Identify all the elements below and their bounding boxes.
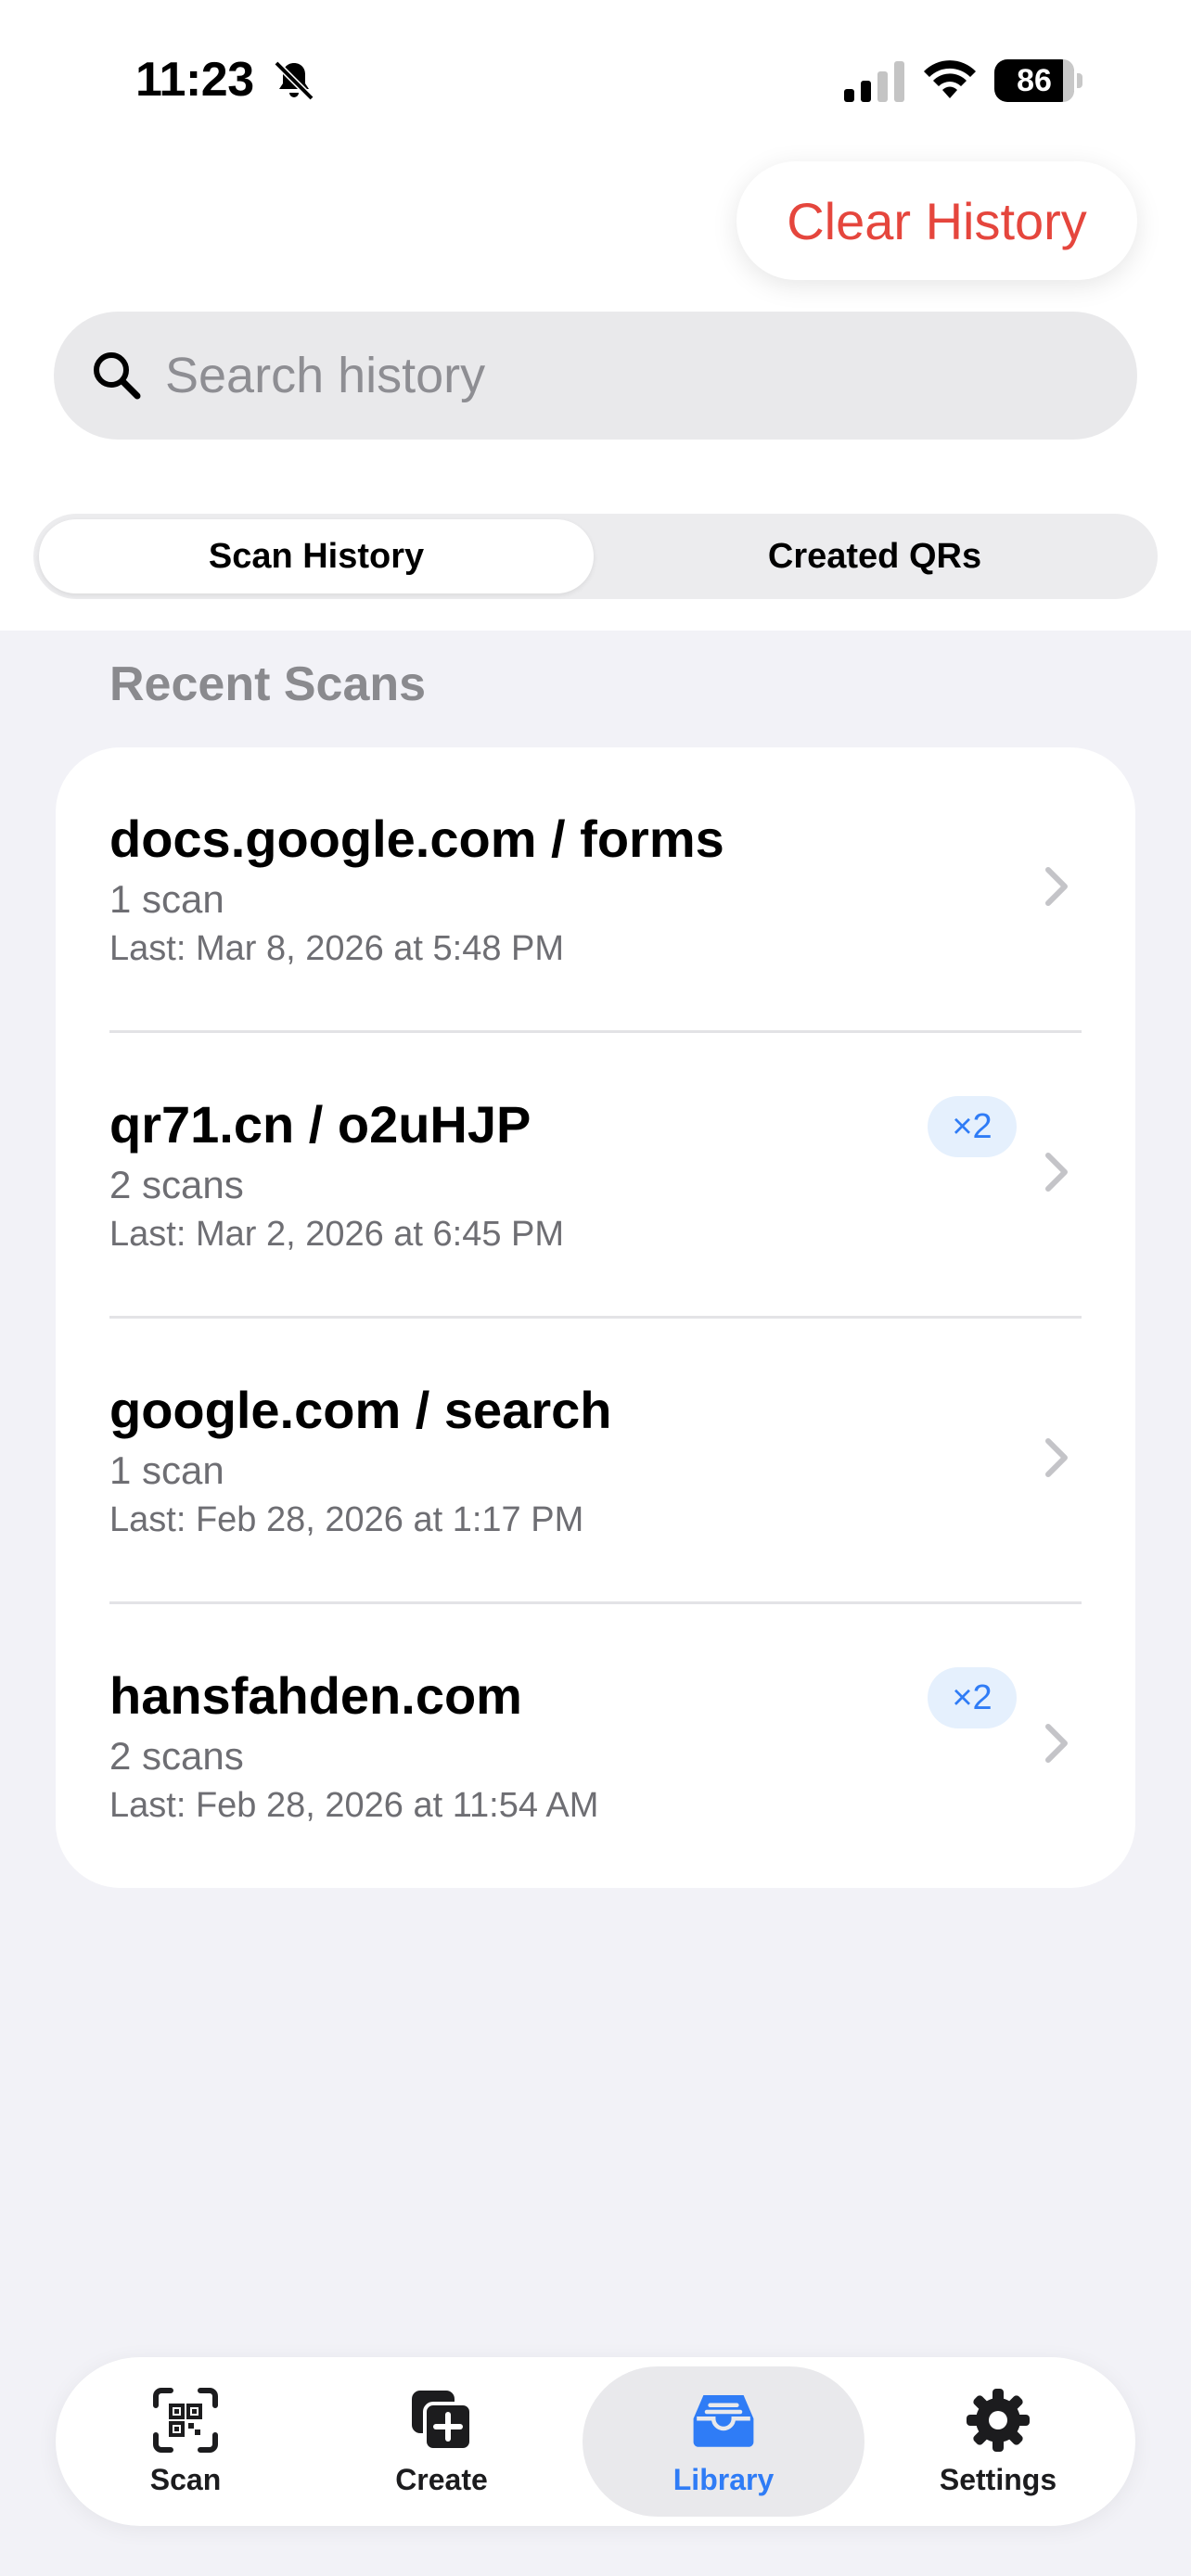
create-plus-icon — [412, 2390, 473, 2452]
scan-last-date: Last: Feb 28, 2026 at 1:17 PM — [109, 1500, 584, 1539]
tab-label: Scan — [149, 2462, 222, 2496]
scan-count: 2 scans — [109, 1163, 244, 1206]
list-item[interactable]: google.com / search 1 scan Last: Feb 28,… — [56, 1319, 1135, 1604]
qr-scan-icon — [153, 2387, 218, 2453]
scan-title: hansfahden.com — [109, 1666, 522, 1725]
scan-count: 1 scan — [109, 877, 224, 921]
tab-label: Create — [395, 2462, 488, 2496]
segment-scan-history[interactable]: Scan History — [39, 519, 594, 593]
scan-title: google.com / search — [109, 1381, 612, 1439]
scan-last-date: Last: Feb 28, 2026 at 11:54 AM — [109, 1786, 599, 1825]
battery-indicator: 86 — [994, 59, 1083, 102]
scan-title: qr71.cn / o2uHJP — [109, 1095, 531, 1154]
wifi-icon — [924, 60, 976, 98]
chevron-right-icon — [1045, 1438, 1068, 1477]
search-input[interactable] — [165, 347, 1093, 404]
chevron-right-icon — [1045, 1724, 1068, 1763]
bell-muted-icon — [274, 60, 314, 101]
tab-label: Library — [672, 2462, 775, 2496]
tab-library[interactable]: Library — [583, 2366, 864, 2517]
scan-count-badge: ×2 — [928, 1667, 1017, 1728]
list-item[interactable]: qr71.cn / o2uHJP 2 scans Last: Mar 2, 20… — [56, 1033, 1135, 1319]
scan-title: docs.google.com / forms — [109, 810, 724, 868]
recent-scans-list: docs.google.com / forms 1 scan Last: Mar… — [56, 747, 1135, 1888]
tab-bar: Scan Create Library Settings — [56, 2357, 1135, 2526]
history-segmented-control: Scan History Created QRs — [33, 514, 1158, 599]
list-item[interactable]: docs.google.com / forms 1 scan Last: Mar… — [56, 747, 1135, 1033]
scan-count: 1 scan — [109, 1448, 224, 1492]
status-time: 11:23 — [135, 53, 254, 107]
scan-last-date: Last: Mar 8, 2026 at 5:48 PM — [109, 929, 565, 968]
scan-count-badge: ×2 — [928, 1096, 1017, 1157]
chevron-right-icon — [1045, 867, 1068, 906]
section-title: Recent Scans — [109, 657, 427, 711]
gear-icon — [967, 2388, 1030, 2452]
cellular-signal-icon — [844, 61, 904, 102]
tab-label: Settings — [939, 2462, 1057, 2496]
tab-settings[interactable]: Settings — [873, 2366, 1123, 2517]
search-bar[interactable] — [54, 312, 1137, 440]
list-item[interactable]: hansfahden.com 2 scans Last: Feb 28, 202… — [56, 1604, 1135, 1890]
scan-count: 2 scans — [109, 1734, 244, 1778]
tab-scan[interactable]: Scan — [60, 2366, 311, 2517]
segment-created-qrs[interactable]: Created QRs — [597, 519, 1152, 593]
tray-icon — [693, 2394, 754, 2447]
search-icon — [94, 352, 141, 400]
clear-history-button[interactable]: Clear History — [736, 161, 1137, 280]
scan-last-date: Last: Mar 2, 2026 at 6:45 PM — [109, 1215, 565, 1254]
tab-create[interactable]: Create — [316, 2366, 567, 2517]
chevron-right-icon — [1045, 1153, 1068, 1192]
